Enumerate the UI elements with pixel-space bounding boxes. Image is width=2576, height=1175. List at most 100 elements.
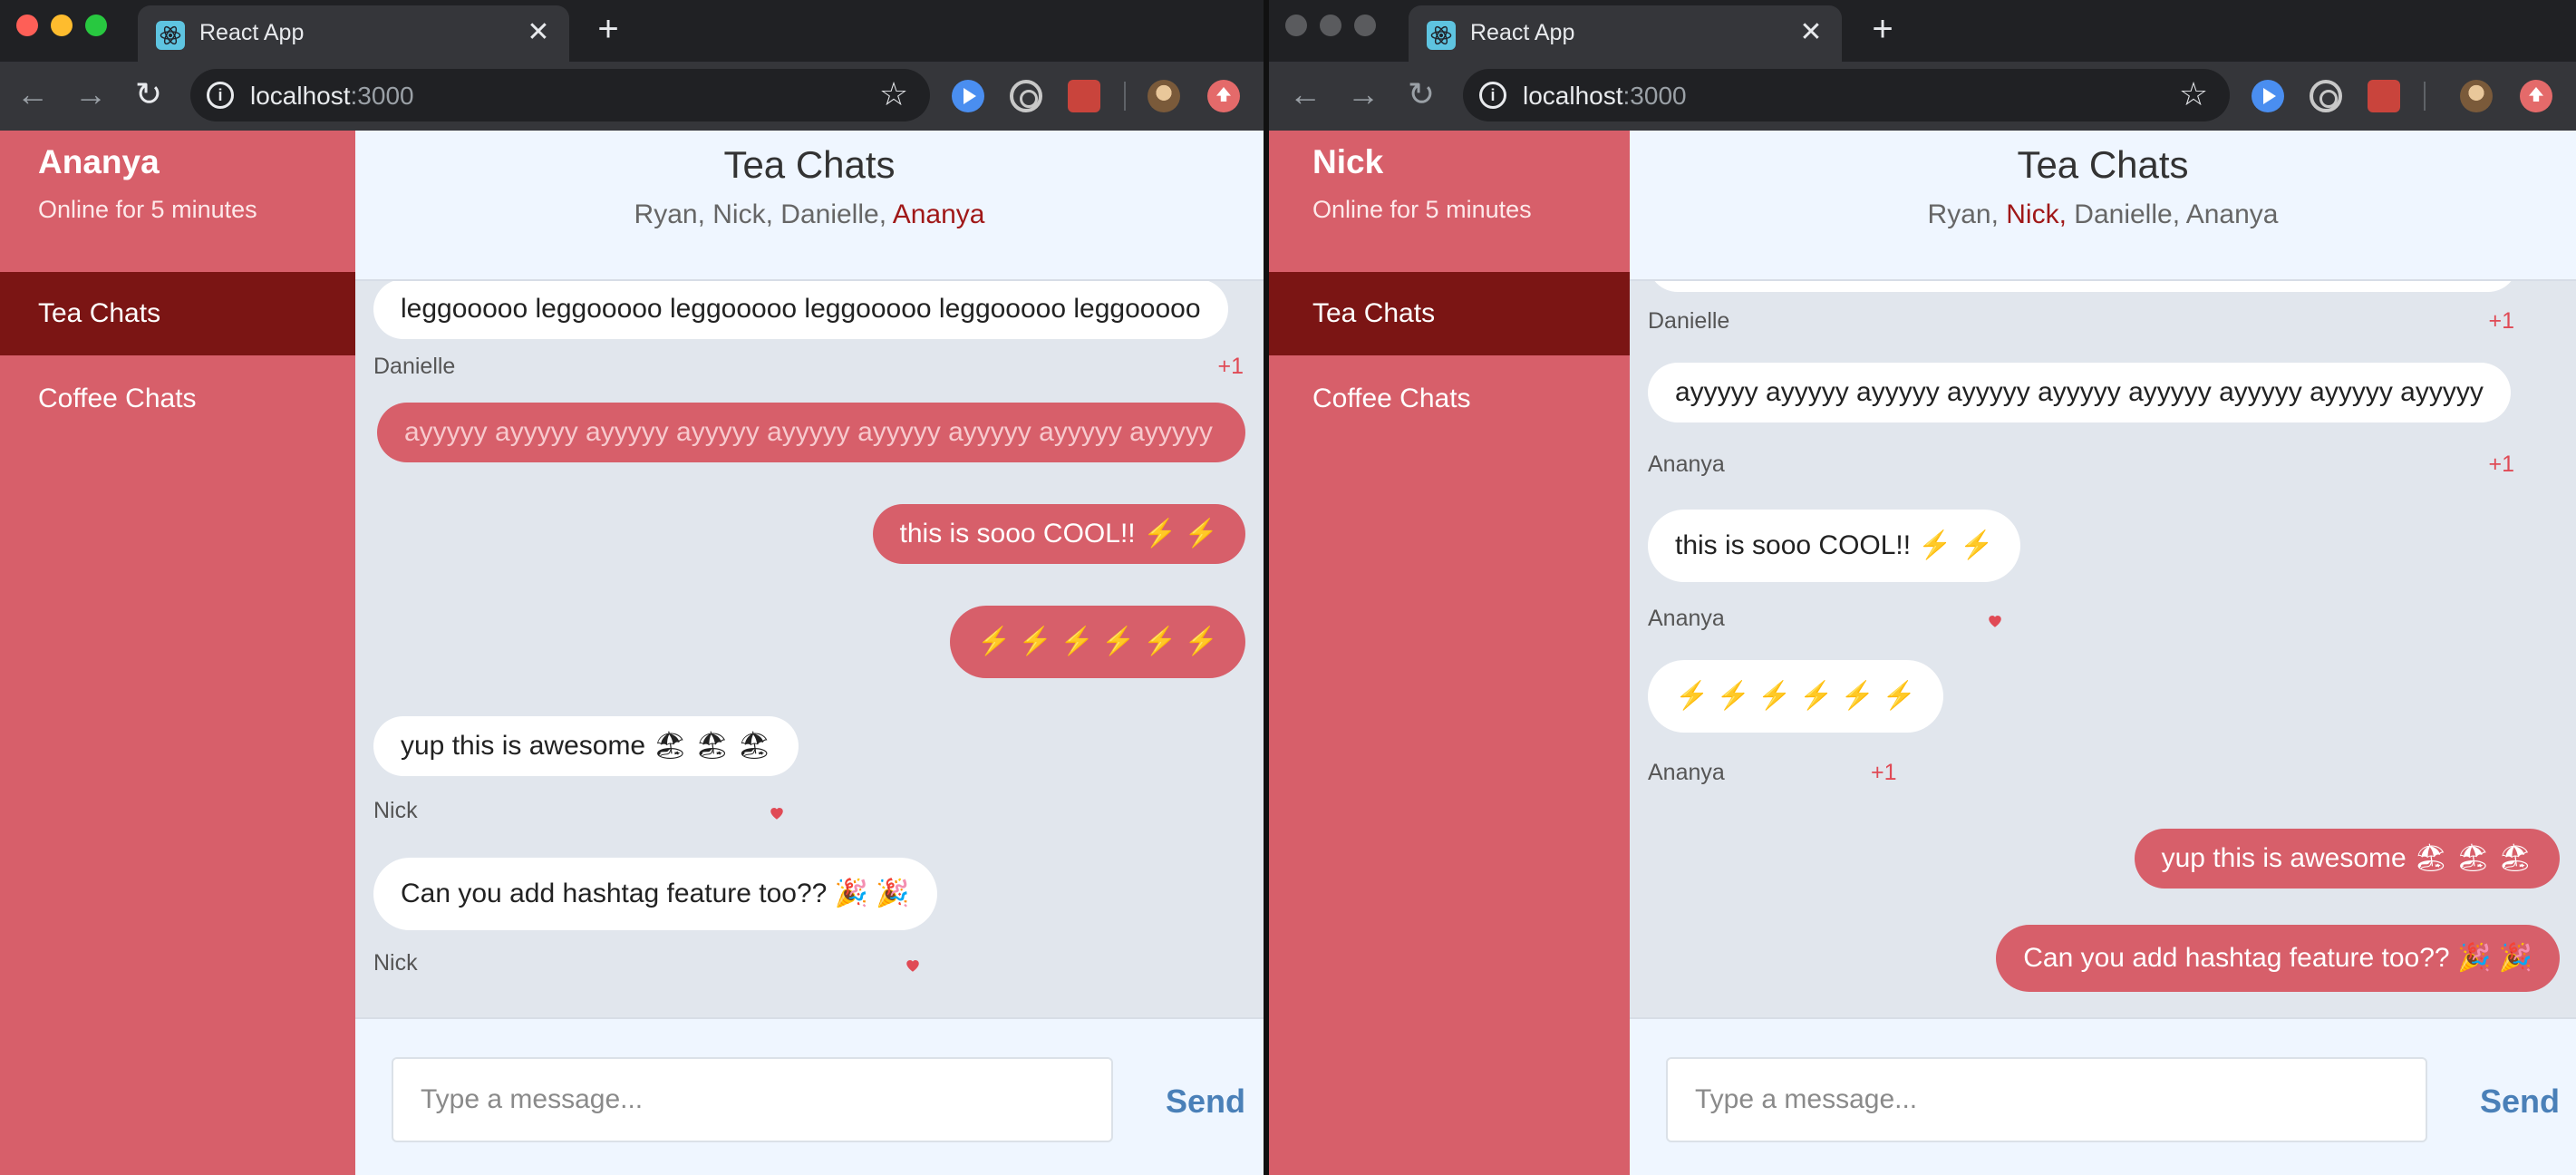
tab-close-icon[interactable]: ✕ bbox=[1793, 15, 1829, 51]
member-separator: , bbox=[765, 199, 781, 229]
sidebar-item-coffee-chats[interactable]: Coffee Chats bbox=[1269, 357, 1630, 441]
chat-app: Nick Online for 5 minutes Tea Chats Coff… bbox=[1269, 131, 2576, 1175]
url-host: localhost bbox=[250, 82, 351, 110]
sidebar: Ananya Online for 5 minutes Tea Chats Co… bbox=[0, 131, 355, 1175]
message-sender: Ananya bbox=[1648, 606, 1725, 631]
maximize-window-button[interactable] bbox=[85, 15, 107, 36]
window-controls bbox=[16, 15, 107, 36]
sidebar-item-tea-chats[interactable]: Tea Chats bbox=[1269, 272, 1630, 355]
react-logo-icon bbox=[156, 21, 185, 50]
avatar-icon[interactable] bbox=[1148, 80, 1180, 112]
message-input[interactable] bbox=[1666, 1057, 2427, 1142]
heart-icon[interactable] bbox=[905, 957, 921, 974]
address-bar[interactable]: i localhost:3000 ☆ bbox=[190, 69, 930, 121]
message-sender: Danielle bbox=[373, 354, 456, 379]
message-bubble bbox=[1648, 281, 2518, 292]
upload-icon[interactable] bbox=[1207, 80, 1240, 112]
forward-icon[interactable]: → bbox=[71, 74, 111, 114]
maximize-window-button[interactable] bbox=[1354, 15, 1376, 36]
member-name: Ryan bbox=[634, 199, 698, 229]
member-name: Ryan bbox=[1927, 199, 1991, 229]
member-separator: , bbox=[2172, 199, 2186, 229]
room-title: Tea Chats bbox=[723, 143, 896, 186]
message-bubble-mine: ⚡ ⚡ ⚡ ⚡ ⚡ ⚡ bbox=[950, 606, 1245, 678]
avatar-icon[interactable] bbox=[2460, 80, 2493, 112]
online-status: Online for 5 minutes bbox=[38, 196, 257, 223]
toolbar-divider bbox=[1124, 82, 1126, 111]
game-icon[interactable] bbox=[2368, 80, 2400, 112]
chat-main: Tea Chats Ryan, Nick, Danielle, Ananya D… bbox=[1630, 131, 2576, 1175]
room-title: Tea Chats bbox=[2017, 143, 2189, 186]
member-separator: , bbox=[1990, 199, 2007, 229]
sidebar-item-tea-chats[interactable]: Tea Chats bbox=[0, 272, 355, 355]
tab-title: React App bbox=[199, 20, 305, 45]
current-user-name: Ananya bbox=[38, 143, 160, 180]
message-composer: Send bbox=[355, 1017, 1264, 1175]
heart-icon[interactable] bbox=[1987, 613, 2003, 629]
site-info-icon[interactable]: i bbox=[207, 82, 234, 109]
address-bar[interactable]: i localhost:3000 ☆ bbox=[1463, 69, 2230, 121]
target-icon[interactable] bbox=[2310, 80, 2342, 112]
tab-title: React App bbox=[1470, 20, 1575, 45]
reaction-count[interactable]: +1 bbox=[1871, 760, 1897, 786]
reaction-count[interactable]: +1 bbox=[2488, 452, 2514, 478]
new-tab-button[interactable]: + bbox=[1864, 11, 1902, 49]
react-logo-icon bbox=[1427, 21, 1456, 50]
member-separator: , bbox=[697, 199, 713, 229]
url-port: :3000 bbox=[350, 82, 414, 110]
online-status: Online for 5 minutes bbox=[1312, 196, 1532, 223]
message-bubble-mine: Can you add hashtag feature too?? 🎉 🎉 bbox=[1996, 925, 2560, 992]
tab-strip: React App ✕ + bbox=[1269, 0, 2576, 62]
browser-tab[interactable]: React App ✕ bbox=[138, 5, 569, 62]
heart-icon[interactable] bbox=[769, 805, 785, 821]
browser-toolbar: ← → ↻ i localhost:3000 ☆ bbox=[0, 62, 1264, 131]
message-bubble-mine: yup this is awesome 🏖 🏖 🏖 bbox=[2134, 829, 2560, 889]
play-icon[interactable] bbox=[2252, 80, 2284, 112]
upload-icon[interactable] bbox=[2520, 80, 2552, 112]
message-bubble: ⚡ ⚡ ⚡ ⚡ ⚡ ⚡ bbox=[1648, 660, 1943, 733]
url-host: localhost bbox=[1523, 82, 1623, 110]
sidebar: Nick Online for 5 minutes Tea Chats Coff… bbox=[1269, 131, 1630, 1175]
sidebar-item-coffee-chats[interactable]: Coffee Chats bbox=[0, 357, 355, 441]
close-window-button[interactable] bbox=[16, 15, 38, 36]
browser-window-nick: React App ✕ + ← → ↻ i localhost:3000 ☆ N… bbox=[1269, 0, 2576, 1175]
minimize-window-button[interactable] bbox=[1320, 15, 1341, 36]
browser-chrome: React App ✕ + ← → ↻ i localhost:3000 ☆ bbox=[0, 0, 1264, 131]
bookmark-star-icon[interactable]: ☆ bbox=[2175, 76, 2212, 112]
forward-icon[interactable]: → bbox=[1343, 74, 1383, 114]
close-window-button[interactable] bbox=[1285, 15, 1307, 36]
minimize-window-button[interactable] bbox=[51, 15, 73, 36]
tab-strip: React App ✕ + bbox=[0, 0, 1264, 62]
back-icon[interactable]: ← bbox=[13, 74, 53, 114]
reload-icon[interactable]: ↻ bbox=[1401, 74, 1441, 114]
send-button[interactable]: Send bbox=[2480, 1083, 2560, 1121]
bookmark-star-icon[interactable]: ☆ bbox=[876, 76, 912, 112]
tab-close-icon[interactable]: ✕ bbox=[520, 15, 557, 51]
browser-tab[interactable]: React App ✕ bbox=[1409, 5, 1842, 62]
member-name: Danielle bbox=[2074, 199, 2173, 229]
send-button[interactable]: Send bbox=[1166, 1083, 1245, 1121]
site-info-icon[interactable]: i bbox=[1479, 82, 1506, 109]
back-icon[interactable]: ← bbox=[1285, 74, 1325, 114]
url-port: :3000 bbox=[1622, 82, 1687, 110]
message-text: this is sooo COOL!! ⚡ ⚡ bbox=[899, 519, 1218, 549]
member-separator: , bbox=[878, 199, 893, 229]
game-icon[interactable] bbox=[1068, 80, 1100, 112]
message-sender: Nick bbox=[373, 950, 418, 976]
message-input[interactable] bbox=[392, 1057, 1113, 1142]
new-tab-button[interactable]: + bbox=[589, 11, 627, 49]
message-bubble: Can you add hashtag feature too?? 🎉 🎉 bbox=[373, 858, 937, 930]
chat-app: Ananya Online for 5 minutes Tea Chats Co… bbox=[0, 131, 1264, 1175]
reaction-count[interactable]: +1 bbox=[1217, 354, 1244, 380]
message-composer: Send bbox=[1630, 1017, 2576, 1175]
member-list: Ryan, Nick, Danielle, Ananya bbox=[1630, 199, 2576, 230]
url-text: localhost:3000 bbox=[250, 82, 414, 111]
reload-icon[interactable]: ↻ bbox=[129, 74, 169, 114]
message-sender: Nick bbox=[373, 798, 418, 823]
target-icon[interactable] bbox=[1010, 80, 1042, 112]
url-text: localhost:3000 bbox=[1523, 82, 1687, 111]
member-name-current: Ananya bbox=[892, 199, 985, 229]
play-icon[interactable] bbox=[952, 80, 984, 112]
message-sender: Danielle bbox=[1648, 308, 1730, 334]
reaction-count[interactable]: +1 bbox=[2488, 308, 2514, 335]
